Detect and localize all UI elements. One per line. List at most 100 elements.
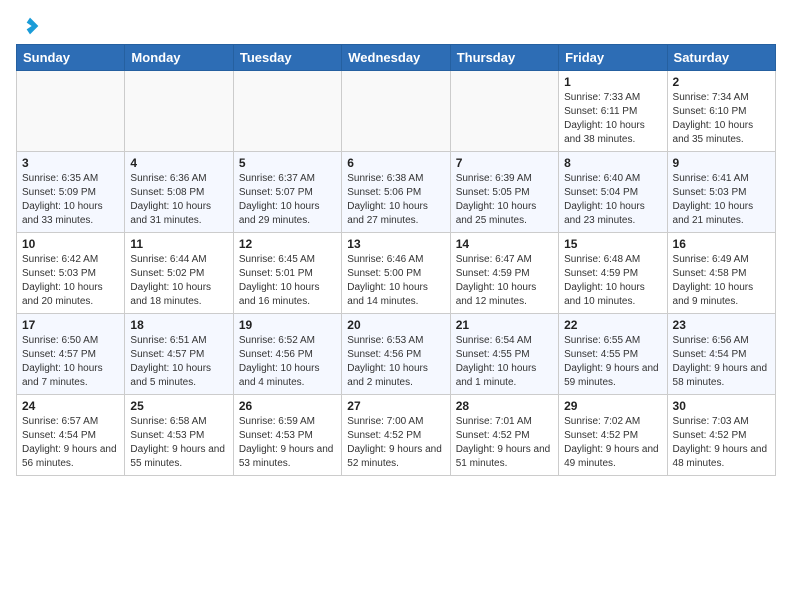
calendar-cell: 5 Sunrise: 6:37 AM Sunset: 5:07 PM Daylig… (233, 152, 341, 233)
day-number: 18 (130, 318, 227, 332)
calendar-cell (125, 71, 233, 152)
calendar-cell: 25 Sunrise: 6:58 AM Sunset: 4:53 PM Dayli… (125, 395, 233, 476)
day-number: 12 (239, 237, 336, 251)
day-info: Sunrise: 6:44 AM Sunset: 5:02 PM Dayligh… (130, 253, 227, 309)
day-number: 4 (130, 156, 227, 170)
calendar-cell: 11 Sunrise: 6:44 AM Sunset: 5:02 PM Dayli… (125, 233, 233, 314)
col-header-wednesday: Wednesday (342, 45, 450, 71)
day-info: Sunrise: 6:59 AM Sunset: 4:53 PM Dayligh… (239, 415, 336, 471)
calendar-cell (233, 71, 341, 152)
calendar-cell: 12 Sunrise: 6:45 AM Sunset: 5:01 PM Dayli… (233, 233, 341, 314)
day-number: 9 (673, 156, 770, 170)
calendar: SundayMondayTuesdayWednesdayThursdayFrid… (16, 44, 776, 476)
calendar-cell: 22 Sunrise: 6:55 AM Sunset: 4:55 PM Dayli… (559, 314, 667, 395)
day-number: 13 (347, 237, 444, 251)
day-number: 14 (456, 237, 553, 251)
day-info: Sunrise: 6:47 AM Sunset: 4:59 PM Dayligh… (456, 253, 553, 309)
calendar-cell: 1Sunrise: 7:33 AM Sunset: 6:11 PM Daylig… (559, 71, 667, 152)
col-header-thursday: Thursday (450, 45, 558, 71)
day-info: Sunrise: 6:56 AM Sunset: 4:54 PM Dayligh… (673, 334, 770, 390)
calendar-cell: 28Sunrise: 7:01 AM Sunset: 4:52 PM Dayli… (450, 395, 558, 476)
header (16, 16, 776, 36)
day-info: Sunrise: 7:34 AM Sunset: 6:10 PM Dayligh… (673, 91, 770, 147)
day-number: 16 (673, 237, 770, 251)
day-info: Sunrise: 6:38 AM Sunset: 5:06 PM Dayligh… (347, 172, 444, 228)
day-info: Sunrise: 7:02 AM Sunset: 4:52 PM Dayligh… (564, 415, 661, 471)
day-number: 29 (564, 399, 661, 413)
calendar-cell: 3 Sunrise: 6:35 AM Sunset: 5:09 PM Daylig… (17, 152, 125, 233)
col-header-saturday: Saturday (667, 45, 775, 71)
calendar-week-1: 1Sunrise: 7:33 AM Sunset: 6:11 PM Daylig… (17, 71, 776, 152)
calendar-header-row: SundayMondayTuesdayWednesdayThursdayFrid… (17, 45, 776, 71)
col-header-tuesday: Tuesday (233, 45, 341, 71)
day-number: 30 (673, 399, 770, 413)
day-number: 11 (130, 237, 227, 251)
day-number: 28 (456, 399, 553, 413)
day-info: Sunrise: 6:41 AM Sunset: 5:03 PM Dayligh… (673, 172, 770, 228)
calendar-cell: 30 Sunrise: 7:03 AM Sunset: 4:52 PM Dayli… (667, 395, 775, 476)
day-info: Sunrise: 6:49 AM Sunset: 4:58 PM Dayligh… (673, 253, 770, 309)
day-number: 7 (456, 156, 553, 170)
day-number: 8 (564, 156, 661, 170)
day-info: Sunrise: 6:48 AM Sunset: 4:59 PM Dayligh… (564, 253, 661, 309)
day-number: 21 (456, 318, 553, 332)
calendar-cell: 7 Sunrise: 6:39 AM Sunset: 5:05 PM Daylig… (450, 152, 558, 233)
calendar-week-5: 24 Sunrise: 6:57 AM Sunset: 4:54 PM Dayli… (17, 395, 776, 476)
day-info: Sunrise: 6:46 AM Sunset: 5:00 PM Dayligh… (347, 253, 444, 309)
day-number: 6 (347, 156, 444, 170)
calendar-cell: 2 Sunrise: 7:34 AM Sunset: 6:10 PM Daylig… (667, 71, 775, 152)
calendar-cell: 17 Sunrise: 6:50 AM Sunset: 4:57 PM Dayli… (17, 314, 125, 395)
day-number: 5 (239, 156, 336, 170)
day-info: Sunrise: 6:57 AM Sunset: 4:54 PM Dayligh… (22, 415, 119, 471)
calendar-cell: 15Sunrise: 6:48 AM Sunset: 4:59 PM Dayli… (559, 233, 667, 314)
day-info: Sunrise: 6:39 AM Sunset: 5:05 PM Dayligh… (456, 172, 553, 228)
logo (16, 16, 40, 36)
day-number: 3 (22, 156, 119, 170)
day-info: Sunrise: 6:54 AM Sunset: 4:55 PM Dayligh… (456, 334, 553, 390)
calendar-cell (342, 71, 450, 152)
calendar-cell: 16 Sunrise: 6:49 AM Sunset: 4:58 PM Dayli… (667, 233, 775, 314)
col-header-friday: Friday (559, 45, 667, 71)
calendar-cell: 23 Sunrise: 6:56 AM Sunset: 4:54 PM Dayli… (667, 314, 775, 395)
calendar-week-2: 3 Sunrise: 6:35 AM Sunset: 5:09 PM Daylig… (17, 152, 776, 233)
calendar-cell: 9 Sunrise: 6:41 AM Sunset: 5:03 PM Daylig… (667, 152, 775, 233)
day-info: Sunrise: 6:37 AM Sunset: 5:07 PM Dayligh… (239, 172, 336, 228)
day-info: Sunrise: 6:55 AM Sunset: 4:55 PM Dayligh… (564, 334, 661, 390)
day-info: Sunrise: 6:42 AM Sunset: 5:03 PM Dayligh… (22, 253, 119, 309)
day-info: Sunrise: 6:36 AM Sunset: 5:08 PM Dayligh… (130, 172, 227, 228)
col-header-sunday: Sunday (17, 45, 125, 71)
day-number: 24 (22, 399, 119, 413)
day-info: Sunrise: 6:40 AM Sunset: 5:04 PM Dayligh… (564, 172, 661, 228)
calendar-cell: 6 Sunrise: 6:38 AM Sunset: 5:06 PM Daylig… (342, 152, 450, 233)
day-info: Sunrise: 6:45 AM Sunset: 5:01 PM Dayligh… (239, 253, 336, 309)
day-number: 22 (564, 318, 661, 332)
calendar-cell: 18Sunrise: 6:51 AM Sunset: 4:57 PM Dayli… (125, 314, 233, 395)
day-info: Sunrise: 7:33 AM Sunset: 6:11 PM Dayligh… (564, 91, 661, 147)
calendar-cell: 27Sunrise: 7:00 AM Sunset: 4:52 PM Dayli… (342, 395, 450, 476)
calendar-cell: 19 Sunrise: 6:52 AM Sunset: 4:56 PM Dayli… (233, 314, 341, 395)
calendar-cell: 20 Sunrise: 6:53 AM Sunset: 4:56 PM Dayli… (342, 314, 450, 395)
calendar-cell: 4 Sunrise: 6:36 AM Sunset: 5:08 PM Daylig… (125, 152, 233, 233)
day-info: Sunrise: 6:58 AM Sunset: 4:53 PM Dayligh… (130, 415, 227, 471)
calendar-cell: 21 Sunrise: 6:54 AM Sunset: 4:55 PM Dayli… (450, 314, 558, 395)
calendar-cell: 24 Sunrise: 6:57 AM Sunset: 4:54 PM Dayli… (17, 395, 125, 476)
day-info: Sunrise: 6:50 AM Sunset: 4:57 PM Dayligh… (22, 334, 119, 390)
day-number: 27 (347, 399, 444, 413)
calendar-cell: 8 Sunrise: 6:40 AM Sunset: 5:04 PM Daylig… (559, 152, 667, 233)
day-number: 19 (239, 318, 336, 332)
calendar-cell: 13 Sunrise: 6:46 AM Sunset: 5:00 PM Dayli… (342, 233, 450, 314)
calendar-cell (17, 71, 125, 152)
day-number: 17 (22, 318, 119, 332)
calendar-week-3: 10Sunrise: 6:42 AM Sunset: 5:03 PM Dayli… (17, 233, 776, 314)
day-number: 25 (130, 399, 227, 413)
calendar-cell: 10Sunrise: 6:42 AM Sunset: 5:03 PM Dayli… (17, 233, 125, 314)
calendar-cell: 26Sunrise: 6:59 AM Sunset: 4:53 PM Dayli… (233, 395, 341, 476)
day-number: 20 (347, 318, 444, 332)
day-info: Sunrise: 6:52 AM Sunset: 4:56 PM Dayligh… (239, 334, 336, 390)
day-info: Sunrise: 6:35 AM Sunset: 5:09 PM Dayligh… (22, 172, 119, 228)
day-info: Sunrise: 7:03 AM Sunset: 4:52 PM Dayligh… (673, 415, 770, 471)
day-number: 2 (673, 75, 770, 89)
day-number: 23 (673, 318, 770, 332)
logo-icon (20, 16, 40, 36)
day-info: Sunrise: 6:53 AM Sunset: 4:56 PM Dayligh… (347, 334, 444, 390)
